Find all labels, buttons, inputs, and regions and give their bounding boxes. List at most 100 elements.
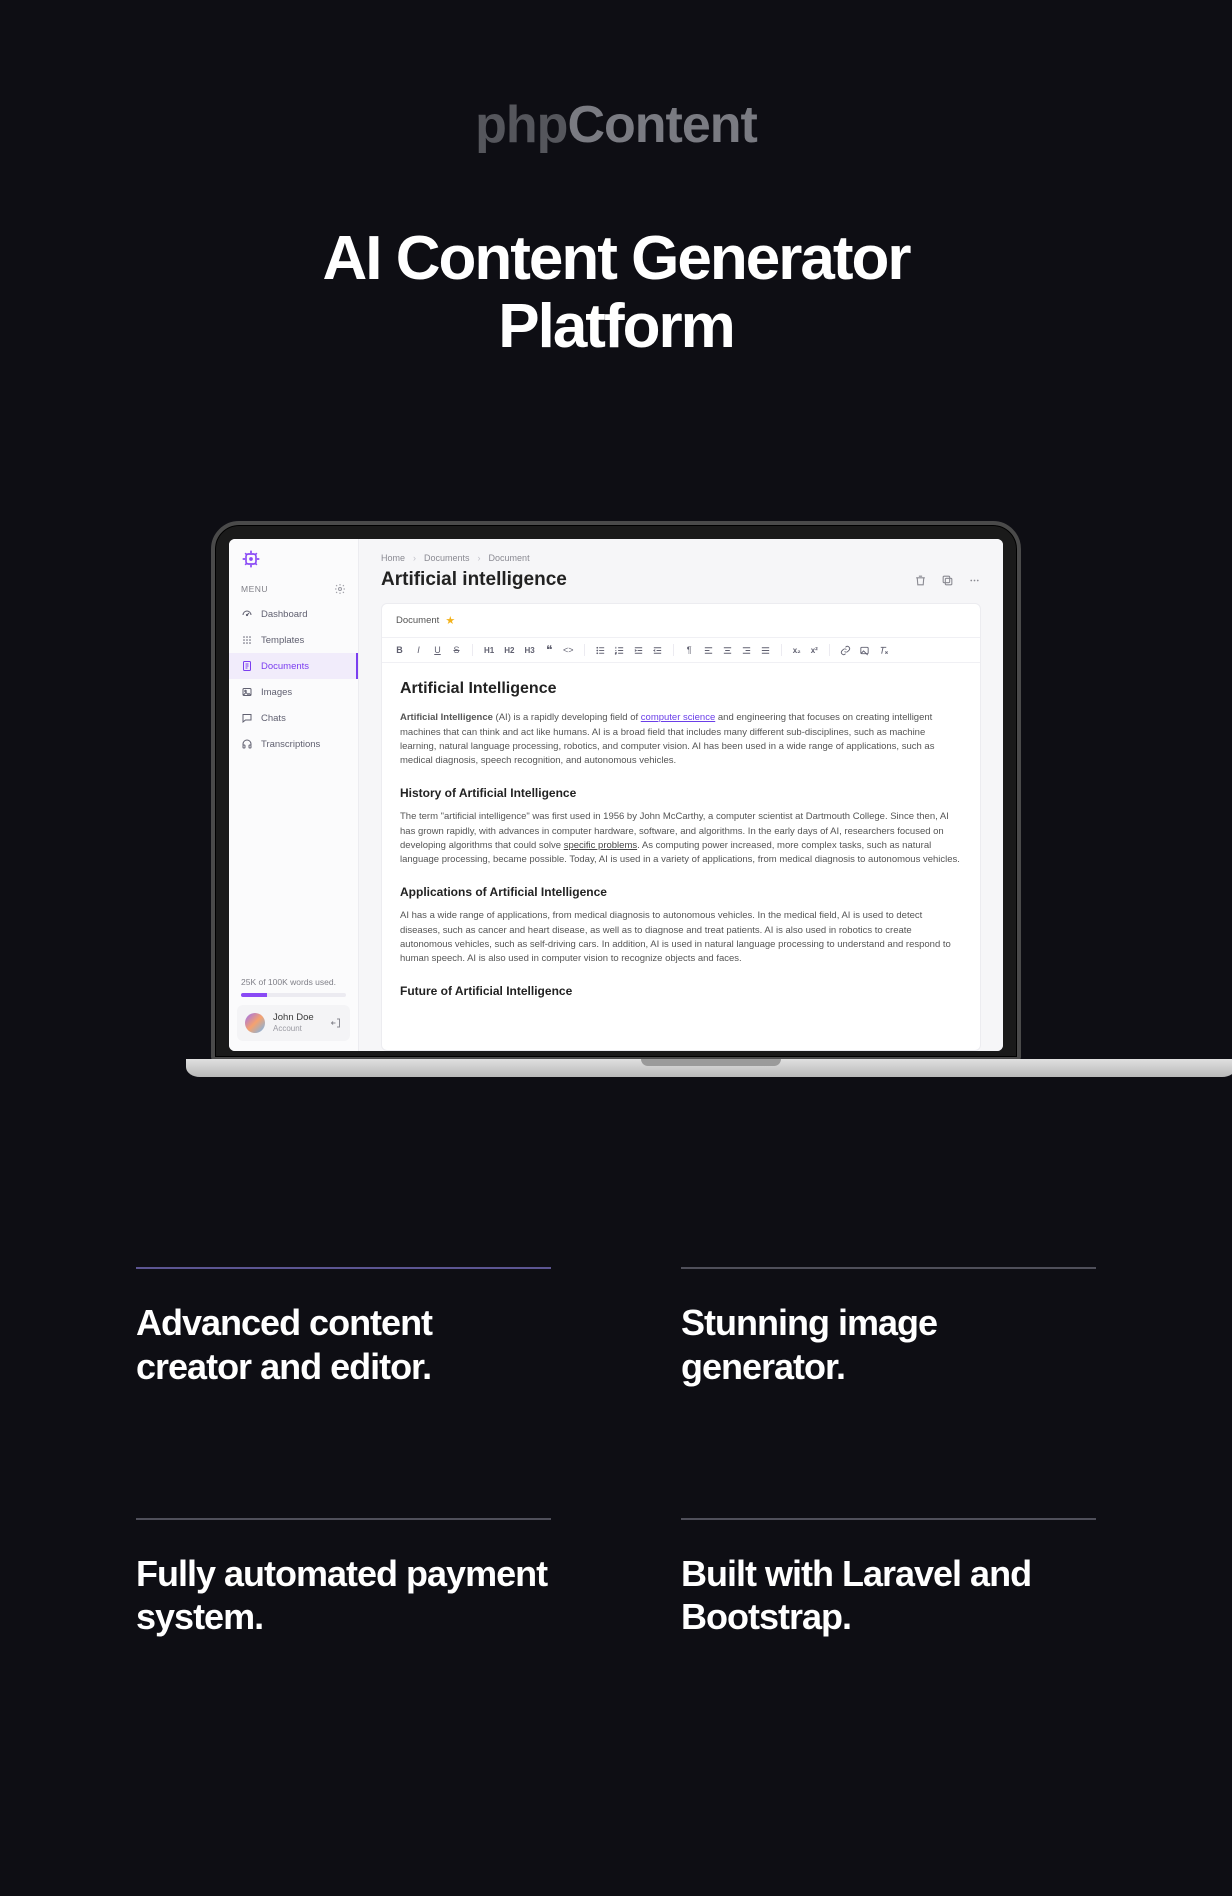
paragraph-button[interactable]: ¶ <box>684 645 695 656</box>
headphones-icon <box>241 738 253 750</box>
feature-text: Fully automated payment system. <box>136 1552 551 1638</box>
sidebar-item-templates[interactable]: Templates <box>229 627 358 653</box>
editor-toolbar: B I U S H1 H2 H3 ❝ <> <box>382 638 980 663</box>
image-icon <box>241 686 253 698</box>
logo-row <box>229 539 358 575</box>
align-justify-button[interactable] <box>760 645 771 656</box>
editor-content[interactable]: Artificial Intelligence Artificial Intel… <box>382 663 980 1022</box>
sidebar-item-label: Dashboard <box>261 609 307 620</box>
superscript-button[interactable]: x² <box>810 646 819 655</box>
feature-text: Stunning image generator. <box>681 1301 1096 1387</box>
copy-icon[interactable] <box>941 574 954 587</box>
feature-4: Built with Laravel and Bootstrap. <box>681 1518 1096 1638</box>
usage-bar <box>241 993 346 997</box>
outdent-button[interactable] <box>652 645 663 656</box>
content-intro: Artificial Intelligence (AI) is a rapidl… <box>400 711 962 768</box>
content-h2-history: History of Artificial Intelligence <box>400 784 962 802</box>
toolbar-separator <box>829 644 830 656</box>
sidebar-item-label: Chats <box>261 713 286 724</box>
brand-prefix: php <box>475 96 567 154</box>
laptop-base <box>186 1059 1232 1077</box>
sidebar-item-documents[interactable]: Documents <box>229 653 358 679</box>
user-subtitle: Account <box>273 1024 314 1033</box>
title-actions <box>914 574 981 587</box>
main-area: Home › Documents › Document Artificial i… <box>359 539 1003 1051</box>
star-icon[interactable]: ★ <box>445 614 455 627</box>
usage-fill <box>241 993 267 997</box>
document-icon <box>241 660 253 672</box>
usage-block: 25K of 100K words used. <box>229 967 358 1005</box>
intro-link[interactable]: computer science <box>641 712 715 723</box>
feature-rule <box>136 1267 551 1269</box>
sidebar-menu-label: MENU <box>241 584 268 594</box>
indent-button[interactable] <box>633 645 644 656</box>
feature-3: Fully automated payment system. <box>136 1518 551 1638</box>
grid-icon <box>241 634 253 646</box>
clear-format-button[interactable] <box>878 645 889 656</box>
intro-bold: Artificial Intelligence <box>400 712 493 723</box>
sidebar-menu-header: MENU <box>229 575 358 601</box>
sidebar-item-chats[interactable]: Chats <box>229 705 358 731</box>
brand-wordmark: phpContent <box>0 0 1232 155</box>
crumb-documents[interactable]: Documents <box>424 553 470 563</box>
logout-icon[interactable] <box>330 1017 342 1029</box>
page-title-row: Artificial intelligence <box>359 569 1003 603</box>
sidebar-item-label: Templates <box>261 635 304 646</box>
history-underline: specific problems <box>564 840 637 851</box>
feature-rule <box>681 1267 1096 1269</box>
more-icon[interactable] <box>968 574 981 587</box>
subscript-button[interactable]: x₂ <box>792 646 802 655</box>
sidebar-item-dashboard[interactable]: Dashboard <box>229 601 358 627</box>
feature-text: Advanced content creator and editor. <box>136 1301 551 1387</box>
h2-button[interactable]: H2 <box>503 646 515 655</box>
crumb-current: Document <box>489 553 530 563</box>
trash-icon[interactable] <box>914 574 927 587</box>
align-left-button[interactable] <box>703 645 714 656</box>
quote-button[interactable]: ❝ <box>544 645 555 656</box>
h1-button[interactable]: H1 <box>483 646 495 655</box>
intro-text-1: (AI) is a rapidly developing field of <box>493 712 641 723</box>
toolbar-separator <box>781 644 782 656</box>
crumb-home[interactable]: Home <box>381 553 405 563</box>
sidebar-nav: Dashboard Templates Documents Images <box>229 601 358 757</box>
chevron-right-icon: › <box>478 553 481 563</box>
toolbar-separator <box>472 644 473 656</box>
h3-button[interactable]: H3 <box>523 646 535 655</box>
image-insert-button[interactable] <box>859 645 870 656</box>
headline-line-1: AI Content Generator <box>0 225 1232 293</box>
hero-headline: AI Content Generator Platform <box>0 225 1232 361</box>
sidebar-item-label: Images <box>261 687 292 698</box>
avatar <box>245 1013 265 1033</box>
user-account-row[interactable]: John Doe Account <box>237 1005 350 1041</box>
strike-button[interactable]: S <box>451 645 462 656</box>
feature-rule <box>136 1518 551 1520</box>
app-logo-icon[interactable] <box>241 549 261 569</box>
usage-text: 25K of 100K words used. <box>241 977 346 987</box>
breadcrumb: Home › Documents › Document <box>359 539 1003 569</box>
chat-icon <box>241 712 253 724</box>
sidebar-item-transcriptions[interactable]: Transcriptions <box>229 731 358 757</box>
content-h1: Artificial Intelligence <box>400 677 962 701</box>
laptop-body: MENU Dashboard Templates <box>211 521 1021 1061</box>
link-button[interactable] <box>840 645 851 656</box>
gear-icon[interactable] <box>334 583 346 595</box>
align-right-button[interactable] <box>741 645 752 656</box>
content-h2-applications: Applications of Artificial Intelligence <box>400 883 962 901</box>
app-screen: MENU Dashboard Templates <box>229 539 1003 1051</box>
code-button[interactable]: <> <box>563 645 574 656</box>
sidebar-item-images[interactable]: Images <box>229 679 358 705</box>
content-applications: AI has a wide range of applications, fro… <box>400 909 962 966</box>
feature-text: Built with Laravel and Bootstrap. <box>681 1552 1096 1638</box>
bold-button[interactable]: B <box>394 645 405 656</box>
page-title: Artificial intelligence <box>381 569 567 591</box>
content-h2-future: Future of Artificial Intelligence <box>400 982 962 1000</box>
laptop-mockup: MENU Dashboard Templates <box>186 521 1046 1077</box>
features-grid: Advanced content creator and editor. Stu… <box>136 1267 1096 1638</box>
list-ul-button[interactable] <box>595 645 606 656</box>
list-ol-button[interactable] <box>614 645 625 656</box>
italic-button[interactable]: I <box>413 645 424 656</box>
align-center-button[interactable] <box>722 645 733 656</box>
feature-1: Advanced content creator and editor. <box>136 1267 551 1387</box>
sidebar-item-label: Transcriptions <box>261 739 320 750</box>
underline-button[interactable]: U <box>432 645 443 656</box>
